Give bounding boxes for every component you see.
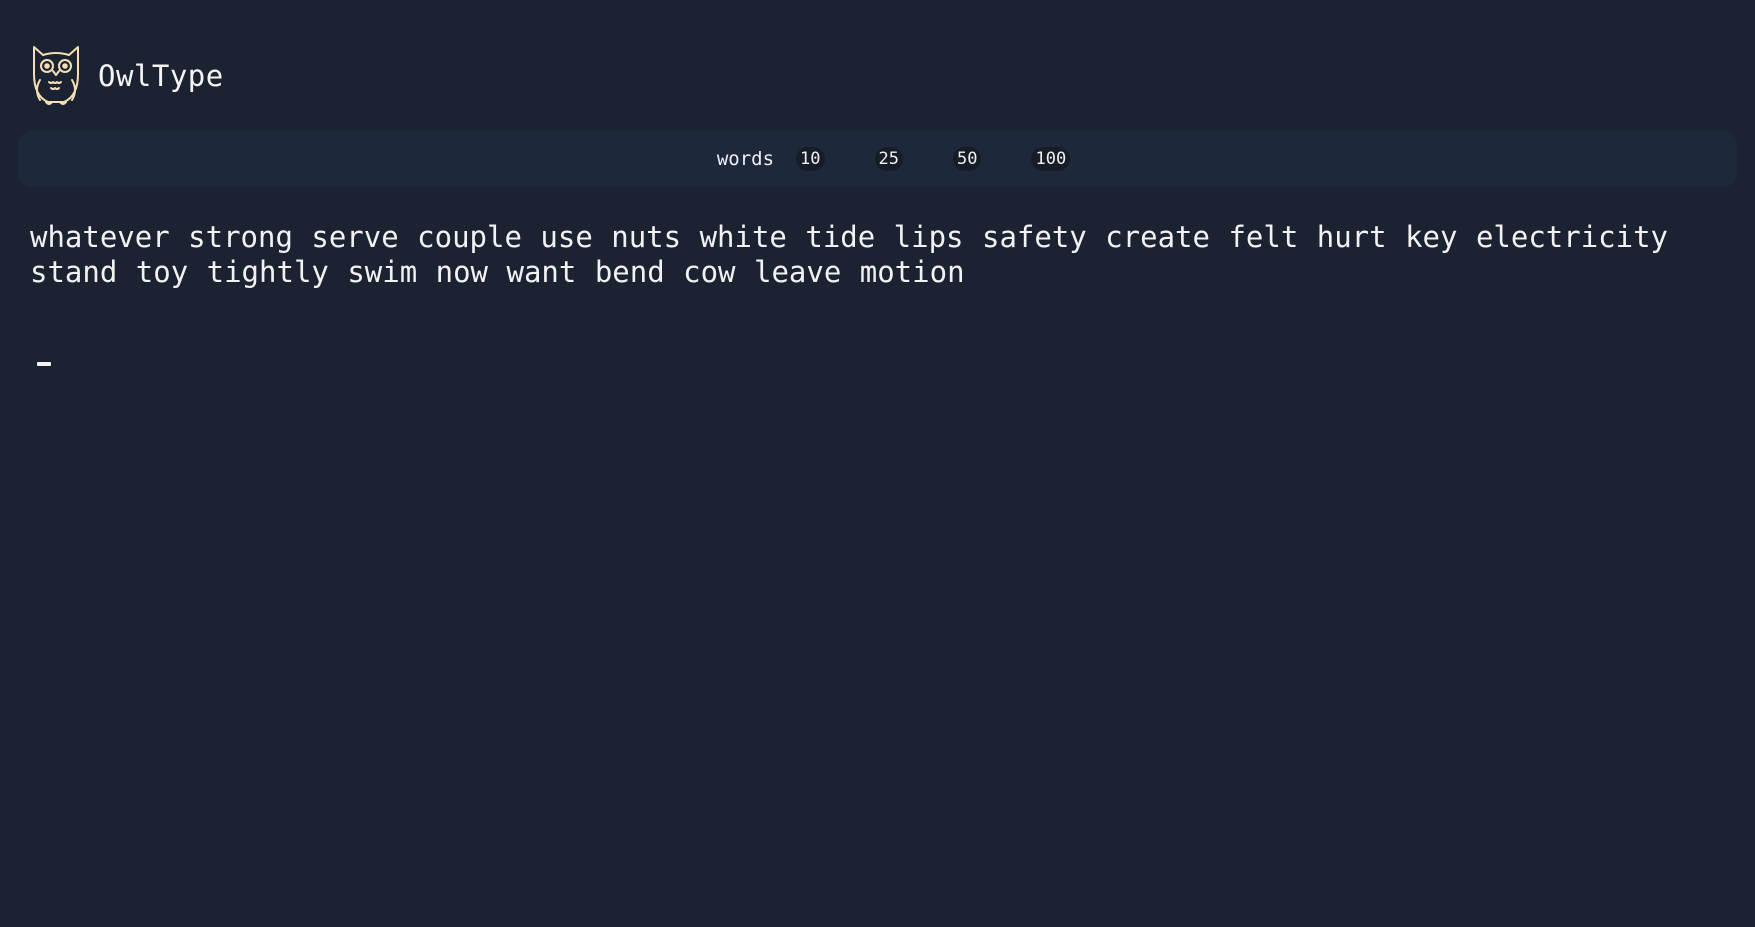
test-word: tightly [206,255,329,289]
test-word: want [506,255,577,289]
test-word: swim [347,255,418,289]
header: OwlType [30,44,224,108]
test-word: strong [188,220,293,254]
test-word: lips [893,220,964,254]
test-word: whatever [30,220,170,254]
test-word: bend [594,255,665,289]
test-words: whatever strong serve couple use nuts wh… [30,220,1730,290]
test-word: cow [683,255,736,289]
word-count-selector: words 10 25 50 100 [717,147,1071,171]
test-word: serve [311,220,399,254]
mode-label-words[interactable]: words [717,148,774,170]
word-count-10-button[interactable]: 10 [796,147,825,171]
test-word: now [435,255,489,289]
test-word: couple [417,220,522,254]
test-word: white [699,220,787,254]
test-word: toy [135,255,189,289]
word-count-100-button[interactable]: 100 [1031,147,1071,171]
text-caret-icon [37,362,51,366]
owl-icon [33,46,79,105]
test-word: motion [859,255,965,289]
test-word: hurt [1316,220,1387,254]
test-word: nuts [611,220,682,254]
word-count-50-button[interactable]: 50 [952,147,982,171]
word-count-25-button[interactable]: 25 [874,147,903,171]
test-word: stand [30,255,118,289]
test-word: safety [981,220,1087,254]
mode-toolbar: words 10 25 50 100 [18,131,1737,187]
test-word: key [1405,220,1458,254]
test-word: tide [805,220,876,254]
test-word: use [540,220,593,254]
test-word: felt [1228,220,1299,254]
typing-input[interactable] [30,330,1720,390]
test-word: electricity [1475,220,1668,254]
app-title: OwlType [98,59,224,93]
test-word: leave [753,255,842,289]
test-word: create [1105,220,1210,254]
